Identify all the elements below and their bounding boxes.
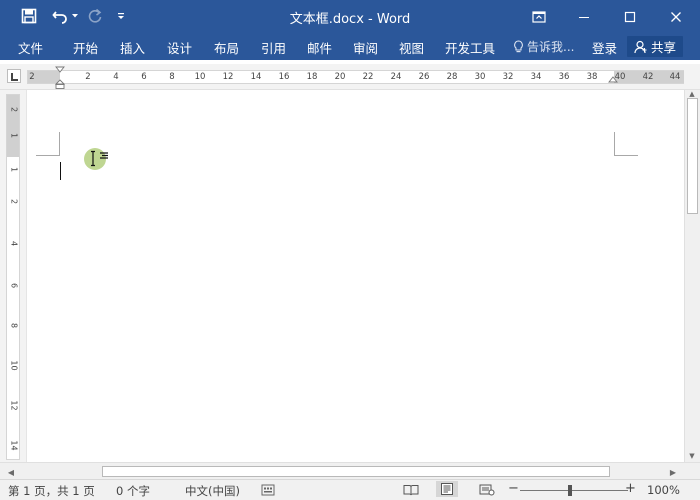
text-cursor xyxy=(60,162,61,180)
share-label: 共享 xyxy=(650,40,676,55)
ruler-number: 14 xyxy=(250,72,262,82)
horizontal-ruler[interactable]: 2 2 4 6 8 10 12 14 16 18 20 22 24 26 28 … xyxy=(27,70,684,84)
crop-mark-right xyxy=(614,132,638,156)
macro-record-icon[interactable] xyxy=(261,484,275,496)
tab-design[interactable]: 设计 xyxy=(167,38,192,57)
ruler-number: 28 xyxy=(446,72,458,82)
crop-mark-left xyxy=(36,132,60,156)
vertical-scroll-thumb[interactable] xyxy=(687,98,698,214)
ruler-number: 6 xyxy=(141,72,147,82)
ruler-number: 32 xyxy=(502,72,514,82)
ruler-number: 4 xyxy=(9,240,19,247)
tab-review[interactable]: 审阅 xyxy=(353,38,378,57)
ruler-number: 14 xyxy=(9,440,19,451)
tab-view[interactable]: 视图 xyxy=(399,38,424,57)
ruler-number: 6 xyxy=(9,282,19,289)
tab-insert[interactable]: 插入 xyxy=(120,38,145,57)
scroll-left-icon[interactable]: ◀ xyxy=(6,467,16,477)
web-layout-icon[interactable] xyxy=(479,484,495,496)
click-and-type-cursor-icon xyxy=(91,150,108,167)
undo-dropdown-icon[interactable] xyxy=(70,6,80,26)
status-bar: 第 1 页，共 1 页 0 个字 中文(中国) − + 100% xyxy=(0,479,700,500)
tab-references[interactable]: 引用 xyxy=(261,38,286,57)
ruler-number: 44 xyxy=(669,72,681,82)
vertical-ruler-zone: 2 1 1 2 4 6 8 10 12 14 xyxy=(0,90,27,462)
vertical-scrollbar[interactable]: ▲ ▼ xyxy=(684,90,700,462)
ruler-number: 2 xyxy=(85,72,91,82)
zoom-slider[interactable] xyxy=(520,490,628,491)
ruler-number: 4 xyxy=(113,72,119,82)
ruler-number: 10 xyxy=(9,360,19,371)
tab-layout[interactable]: 布局 xyxy=(214,38,239,57)
zoom-level[interactable]: 100% xyxy=(647,483,680,497)
read-mode-icon[interactable] xyxy=(403,484,419,496)
lightbulb-icon xyxy=(514,39,523,52)
ruler-number: 10 xyxy=(194,72,206,82)
ruler-number: 1 xyxy=(9,132,19,139)
ruler-number: 36 xyxy=(558,72,570,82)
tab-home[interactable]: 开始 xyxy=(73,38,98,57)
horizontal-ruler-zone: 2 2 4 6 8 10 12 14 16 18 20 22 24 26 28 … xyxy=(0,64,700,90)
word-count[interactable]: 0 个字 xyxy=(116,483,150,499)
vertical-ruler[interactable]: 2 1 1 2 4 6 8 10 12 14 xyxy=(6,94,20,460)
ruler-number: 30 xyxy=(474,72,486,82)
horizontal-scrollbar[interactable]: ◀ ▶ xyxy=(0,462,700,479)
scroll-up-icon[interactable]: ▲ xyxy=(685,90,699,98)
save-icon[interactable] xyxy=(18,6,40,26)
zoom-out-button[interactable]: − xyxy=(508,481,519,496)
ruler-number: 34 xyxy=(530,72,542,82)
indent-marker-icon[interactable] xyxy=(55,66,65,90)
language-indicator[interactable]: 中文(中国) xyxy=(185,483,240,499)
login-link[interactable]: 登录 xyxy=(592,38,617,57)
tell-me-label: 告诉我... xyxy=(527,40,575,54)
right-indent-marker-icon[interactable] xyxy=(608,76,618,86)
ruler-number: 2 xyxy=(9,106,19,113)
share-button[interactable]: 共享 xyxy=(627,36,683,57)
tell-me-search[interactable]: 告诉我... xyxy=(513,38,574,55)
person-icon xyxy=(634,40,647,53)
scroll-right-icon[interactable]: ▶ xyxy=(668,467,678,477)
maximize-icon[interactable] xyxy=(606,0,654,33)
ruler-number: 22 xyxy=(362,72,374,82)
title-bar: 文本框.docx - Word xyxy=(0,0,700,33)
minimize-icon[interactable] xyxy=(560,0,608,33)
page-count[interactable]: 第 1 页，共 1 页 xyxy=(8,483,95,499)
tab-developer[interactable]: 开发工具 xyxy=(445,38,495,57)
ribbon-tab-bar: 文件 开始 插入 设计 布局 引用 邮件 审阅 视图 开发工具 告诉我... 登… xyxy=(0,33,700,60)
ruler-number: 24 xyxy=(390,72,402,82)
ruler-number: 8 xyxy=(9,322,19,329)
ruler-number: 18 xyxy=(306,72,318,82)
ruler-number: 42 xyxy=(642,72,654,82)
tab-mailings[interactable]: 邮件 xyxy=(307,38,332,57)
ruler-number: 16 xyxy=(278,72,290,82)
horizontal-scroll-thumb[interactable] xyxy=(102,466,610,477)
scroll-down-icon[interactable]: ▼ xyxy=(685,452,699,460)
ruler-number: 12 xyxy=(222,72,234,82)
ruler-number: 2 xyxy=(29,72,35,82)
ruler-number: 38 xyxy=(586,72,598,82)
ribbon-display-options-icon[interactable] xyxy=(515,0,563,33)
customize-quick-access-icon[interactable] xyxy=(113,6,129,26)
ruler-number: 26 xyxy=(418,72,430,82)
ruler-number: 8 xyxy=(169,72,175,82)
ruler-number: 2 xyxy=(9,198,19,205)
document-page[interactable] xyxy=(28,90,684,462)
close-icon[interactable] xyxy=(652,0,700,33)
ruler-number: 20 xyxy=(334,72,346,82)
ruler-number: 12 xyxy=(9,400,19,411)
ruler-number: 1 xyxy=(9,166,19,173)
tab-file[interactable]: 文件 xyxy=(18,38,43,57)
zoom-in-button[interactable]: + xyxy=(625,481,636,496)
redo-icon[interactable] xyxy=(84,6,106,26)
tab-stop-selector[interactable] xyxy=(7,69,21,83)
print-layout-icon[interactable] xyxy=(436,481,458,497)
zoom-slider-thumb[interactable] xyxy=(568,485,572,496)
